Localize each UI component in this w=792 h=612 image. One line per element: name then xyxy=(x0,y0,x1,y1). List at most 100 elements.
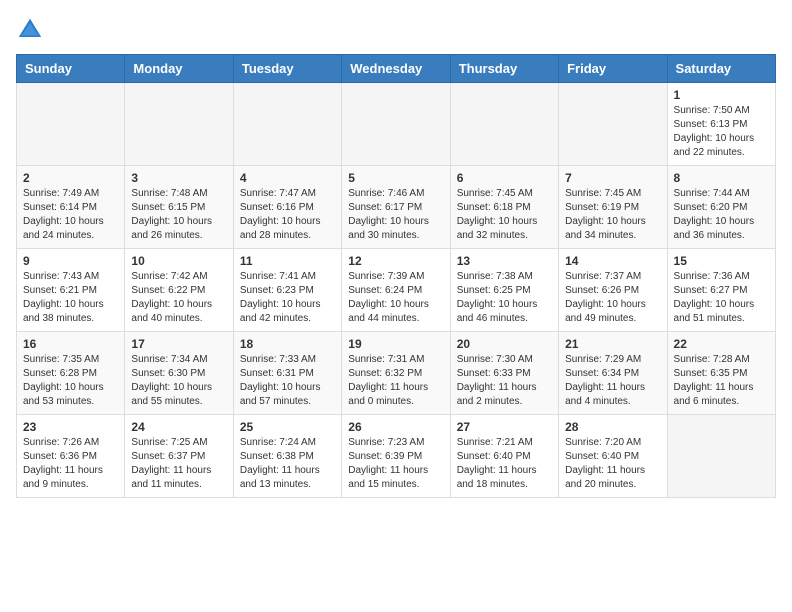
day-info: Sunrise: 7:35 AM Sunset: 6:28 PM Dayligh… xyxy=(23,353,118,409)
page-header xyxy=(16,16,776,44)
calendar-cell: 26 Sunrise: 7:23 AM Sunset: 6:39 PM Dayli… xyxy=(342,415,450,498)
calendar-cell xyxy=(559,83,667,166)
calendar-cell xyxy=(125,83,233,166)
day-info: Sunrise: 7:29 AM Sunset: 6:34 PM Dayligh… xyxy=(565,353,660,409)
day-number: 5 xyxy=(348,171,443,185)
calendar-week-3: 16 Sunrise: 7:35 AM Sunset: 6:28 PM Dayli… xyxy=(17,332,776,415)
day-number: 13 xyxy=(457,254,552,268)
calendar-cell: 17Sunrise: 7:34 AM Sunset: 6:30 PM Dayli… xyxy=(125,332,233,415)
day-info: Sunrise: 7:48 AM Sunset: 6:15 PM Dayligh… xyxy=(131,187,226,243)
calendar-cell: 7 Sunrise: 7:45 AM Sunset: 6:19 PM Daylig… xyxy=(559,166,667,249)
day-info: Sunrise: 7:45 AM Sunset: 6:18 PM Dayligh… xyxy=(457,187,552,243)
day-info: Sunrise: 7:36 AM Sunset: 6:27 PM Dayligh… xyxy=(674,270,769,326)
calendar-cell: 13 Sunrise: 7:38 AM Sunset: 6:25 PM Dayli… xyxy=(450,249,558,332)
logo xyxy=(16,16,48,44)
day-info: Sunrise: 7:44 AM Sunset: 6:20 PM Dayligh… xyxy=(674,187,769,243)
day-number: 2 xyxy=(23,171,118,185)
calendar-week-1: 2 Sunrise: 7:49 AM Sunset: 6:14 PM Daylig… xyxy=(17,166,776,249)
day-info: Sunrise: 7:45 AM Sunset: 6:19 PM Dayligh… xyxy=(565,187,660,243)
day-info: Sunrise: 7:49 AM Sunset: 6:14 PM Dayligh… xyxy=(23,187,118,243)
weekday-friday: Friday xyxy=(559,55,667,83)
day-number: 11 xyxy=(240,254,335,268)
day-number: 10 xyxy=(131,254,226,268)
day-info: Sunrise: 7:41 AM Sunset: 6:23 PM Dayligh… xyxy=(240,270,335,326)
calendar-cell: 8 Sunrise: 7:44 AM Sunset: 6:20 PM Daylig… xyxy=(667,166,775,249)
day-info: Sunrise: 7:43 AM Sunset: 6:21 PM Dayligh… xyxy=(23,270,118,326)
day-info: Sunrise: 7:20 AM Sunset: 6:40 PM Dayligh… xyxy=(565,436,660,492)
calendar-cell xyxy=(233,83,341,166)
day-number: 9 xyxy=(23,254,118,268)
calendar-cell: 6 Sunrise: 7:45 AM Sunset: 6:18 PM Daylig… xyxy=(450,166,558,249)
calendar-cell: 24 Sunrise: 7:25 AM Sunset: 6:37 PM Dayli… xyxy=(125,415,233,498)
weekday-sunday: Sunday xyxy=(17,55,125,83)
day-number: 21 xyxy=(565,337,660,351)
day-info: Sunrise: 7:33 AM Sunset: 6:31 PM Dayligh… xyxy=(240,353,335,409)
day-number: 15 xyxy=(674,254,769,268)
calendar-cell: 19 Sunrise: 7:31 AM Sunset: 6:32 PM Dayli… xyxy=(342,332,450,415)
day-info: Sunrise: 7:28 AM Sunset: 6:35 PM Dayligh… xyxy=(674,353,769,409)
calendar-cell: 2 Sunrise: 7:49 AM Sunset: 6:14 PM Daylig… xyxy=(17,166,125,249)
day-info: Sunrise: 7:31 AM Sunset: 6:32 PM Dayligh… xyxy=(348,353,443,409)
day-info: Sunrise: 7:24 AM Sunset: 6:38 PM Dayligh… xyxy=(240,436,335,492)
day-info: Sunrise: 7:42 AM Sunset: 6:22 PM Dayligh… xyxy=(131,270,226,326)
calendar-cell: 22 Sunrise: 7:28 AM Sunset: 6:35 PM Dayli… xyxy=(667,332,775,415)
calendar-cell xyxy=(450,83,558,166)
day-number: 28 xyxy=(565,420,660,434)
calendar-week-4: 23 Sunrise: 7:26 AM Sunset: 6:36 PM Dayli… xyxy=(17,415,776,498)
calendar-table: SundayMondayTuesdayWednesdayThursdayFrid… xyxy=(16,54,776,498)
day-info: Sunrise: 7:26 AM Sunset: 6:36 PM Dayligh… xyxy=(23,436,118,492)
day-number: 1 xyxy=(674,88,769,102)
calendar-cell: 4Sunrise: 7:47 AM Sunset: 6:16 PM Daylig… xyxy=(233,166,341,249)
day-number: 8 xyxy=(674,171,769,185)
calendar-cell xyxy=(342,83,450,166)
day-info: Sunrise: 7:47 AM Sunset: 6:16 PM Dayligh… xyxy=(240,187,335,243)
calendar-cell: 20 Sunrise: 7:30 AM Sunset: 6:33 PM Dayli… xyxy=(450,332,558,415)
calendar-cell: 3 Sunrise: 7:48 AM Sunset: 6:15 PM Daylig… xyxy=(125,166,233,249)
day-number: 22 xyxy=(674,337,769,351)
day-info: Sunrise: 7:25 AM Sunset: 6:37 PM Dayligh… xyxy=(131,436,226,492)
calendar-body: 1 Sunrise: 7:50 AM Sunset: 6:13 PM Daylig… xyxy=(17,83,776,498)
day-number: 27 xyxy=(457,420,552,434)
day-number: 18 xyxy=(240,337,335,351)
weekday-wednesday: Wednesday xyxy=(342,55,450,83)
calendar-cell xyxy=(17,83,125,166)
calendar-cell: 1 Sunrise: 7:50 AM Sunset: 6:13 PM Daylig… xyxy=(667,83,775,166)
day-number: 24 xyxy=(131,420,226,434)
day-info: Sunrise: 7:46 AM Sunset: 6:17 PM Dayligh… xyxy=(348,187,443,243)
day-info: Sunrise: 7:38 AM Sunset: 6:25 PM Dayligh… xyxy=(457,270,552,326)
day-number: 25 xyxy=(240,420,335,434)
calendar-cell: 12Sunrise: 7:39 AM Sunset: 6:24 PM Dayli… xyxy=(342,249,450,332)
day-number: 16 xyxy=(23,337,118,351)
calendar-week-0: 1 Sunrise: 7:50 AM Sunset: 6:13 PM Daylig… xyxy=(17,83,776,166)
day-info: Sunrise: 7:39 AM Sunset: 6:24 PM Dayligh… xyxy=(348,270,443,326)
logo-icon xyxy=(16,16,44,44)
day-info: Sunrise: 7:21 AM Sunset: 6:40 PM Dayligh… xyxy=(457,436,552,492)
weekday-saturday: Saturday xyxy=(667,55,775,83)
calendar-cell: 16 Sunrise: 7:35 AM Sunset: 6:28 PM Dayli… xyxy=(17,332,125,415)
calendar-week-2: 9 Sunrise: 7:43 AM Sunset: 6:21 PM Daylig… xyxy=(17,249,776,332)
calendar-cell: 11 Sunrise: 7:41 AM Sunset: 6:23 PM Dayli… xyxy=(233,249,341,332)
day-number: 3 xyxy=(131,171,226,185)
calendar-cell: 9 Sunrise: 7:43 AM Sunset: 6:21 PM Daylig… xyxy=(17,249,125,332)
calendar-cell: 10 Sunrise: 7:42 AM Sunset: 6:22 PM Dayli… xyxy=(125,249,233,332)
weekday-tuesday: Tuesday xyxy=(233,55,341,83)
calendar-cell: 23 Sunrise: 7:26 AM Sunset: 6:36 PM Dayli… xyxy=(17,415,125,498)
day-number: 23 xyxy=(23,420,118,434)
calendar-cell: 27 Sunrise: 7:21 AM Sunset: 6:40 PM Dayli… xyxy=(450,415,558,498)
day-number: 26 xyxy=(348,420,443,434)
day-number: 14 xyxy=(565,254,660,268)
day-number: 6 xyxy=(457,171,552,185)
day-info: Sunrise: 7:37 AM Sunset: 6:26 PM Dayligh… xyxy=(565,270,660,326)
day-info: Sunrise: 7:23 AM Sunset: 6:39 PM Dayligh… xyxy=(348,436,443,492)
calendar-cell: 28 Sunrise: 7:20 AM Sunset: 6:40 PM Dayli… xyxy=(559,415,667,498)
calendar-cell: 15 Sunrise: 7:36 AM Sunset: 6:27 PM Dayli… xyxy=(667,249,775,332)
day-number: 20 xyxy=(457,337,552,351)
weekday-thursday: Thursday xyxy=(450,55,558,83)
calendar-cell: 14 Sunrise: 7:37 AM Sunset: 6:26 PM Dayli… xyxy=(559,249,667,332)
day-number: 7 xyxy=(565,171,660,185)
day-info: Sunrise: 7:30 AM Sunset: 6:33 PM Dayligh… xyxy=(457,353,552,409)
day-info: Sunrise: 7:50 AM Sunset: 6:13 PM Dayligh… xyxy=(674,104,769,160)
weekday-monday: Monday xyxy=(125,55,233,83)
calendar-cell: 25 Sunrise: 7:24 AM Sunset: 6:38 PM Dayli… xyxy=(233,415,341,498)
day-number: 19 xyxy=(348,337,443,351)
